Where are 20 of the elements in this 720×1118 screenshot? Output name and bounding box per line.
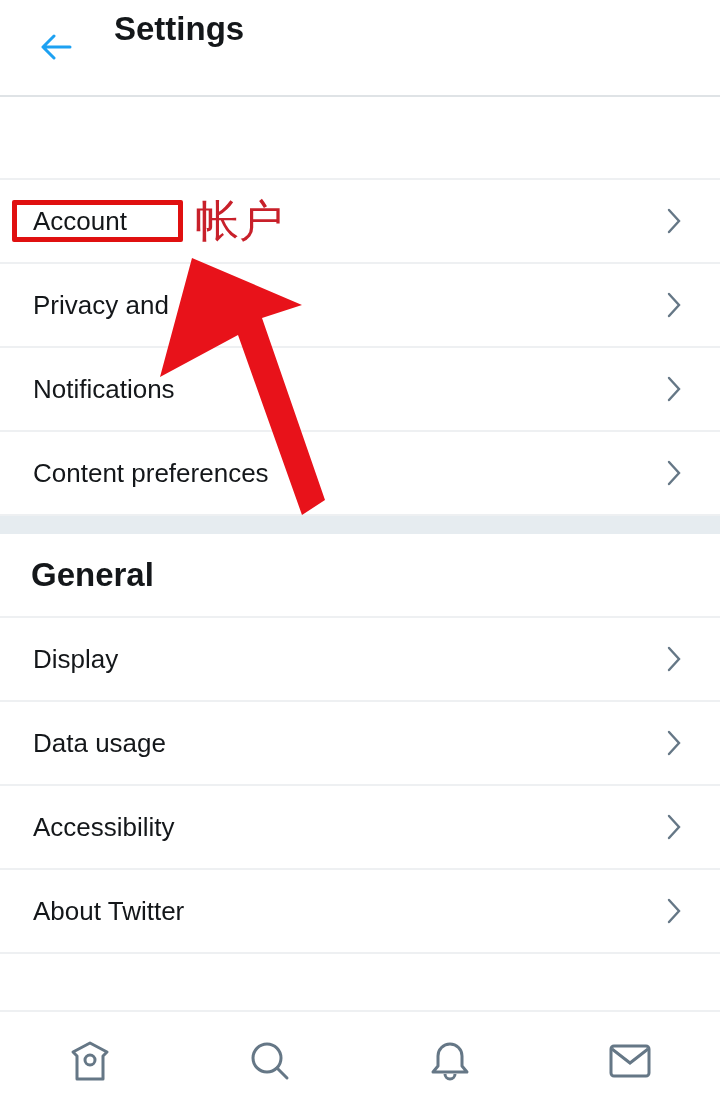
settings-item[interactable]: About Twitter: [0, 870, 720, 954]
chevron-right-icon: [666, 730, 682, 756]
annotation-label: 帐户: [195, 194, 283, 248]
settings-item[interactable]: Data usage: [0, 702, 720, 786]
chevron-right-icon: [666, 646, 682, 672]
chevron-right-icon: [666, 292, 682, 318]
chevron-right-icon: [666, 460, 682, 486]
chevron-right-icon: [666, 898, 682, 924]
home-icon: [69, 1040, 111, 1082]
page-title: Settings: [114, 10, 245, 48]
settings-item[interactable]: Accessibility: [0, 786, 720, 870]
settings-item[interactable]: Display: [0, 618, 720, 702]
section-heading: General: [0, 534, 720, 618]
chevron-right-icon: [666, 208, 682, 234]
chevron-right-icon: [666, 376, 682, 402]
search-icon: [249, 1040, 291, 1082]
bell-icon: [429, 1040, 471, 1082]
back-arrow-icon: [40, 34, 72, 60]
envelope-icon: [609, 1043, 651, 1079]
chevron-right-icon: [666, 814, 682, 840]
